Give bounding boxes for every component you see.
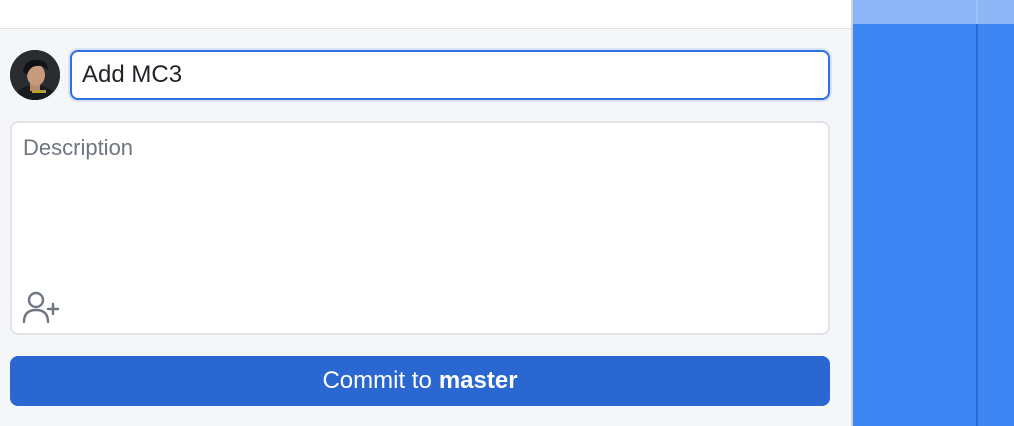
diff-pane-header-divider <box>976 0 978 24</box>
user-avatar <box>10 50 60 100</box>
diff-pane-column-divider <box>976 0 978 426</box>
avatar-image <box>10 50 60 100</box>
add-co-author-button[interactable] <box>22 291 62 325</box>
commit-button[interactable]: Commit to master <box>10 356 830 406</box>
commit-description-box <box>10 121 830 335</box>
diff-pane <box>853 0 1014 426</box>
person-add-icon <box>22 291 60 324</box>
commit-summary-input[interactable] <box>70 50 830 100</box>
commit-button-label: Commit to <box>322 367 432 394</box>
commit-description-input[interactable] <box>12 123 828 283</box>
panel-top-strip <box>0 0 851 29</box>
diff-pane-header <box>853 0 1014 24</box>
commit-branch-name: master <box>438 367 518 394</box>
